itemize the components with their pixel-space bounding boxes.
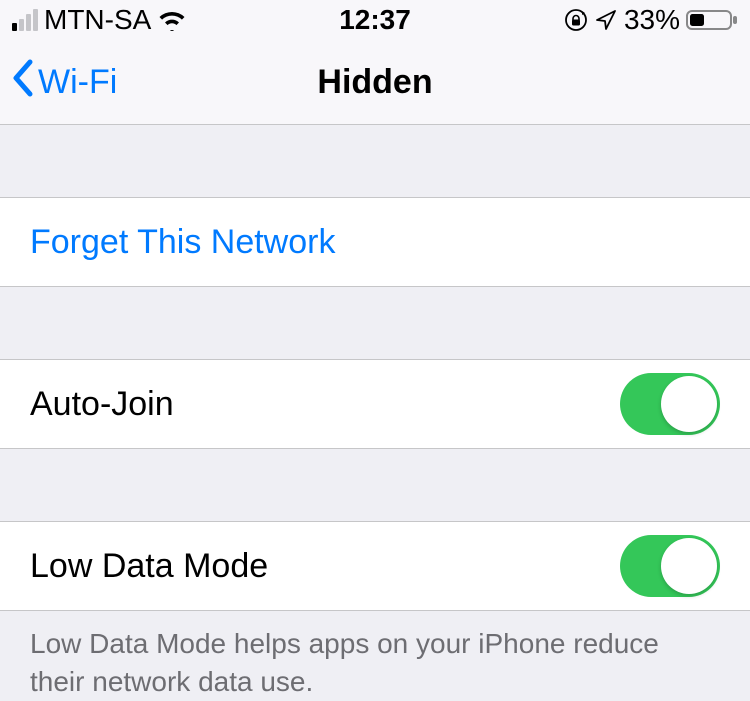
auto-join-toggle[interactable] [620, 373, 720, 435]
nav-bar: Wi-Fi Hidden [0, 40, 750, 125]
cellular-signal-icon [12, 9, 38, 31]
auto-join-cell: Auto-Join [0, 360, 750, 448]
status-bar: MTN-SA 12:37 33% [0, 0, 750, 40]
page-title: Hidden [0, 63, 750, 102]
orientation-lock-icon [564, 8, 588, 32]
location-icon [594, 8, 618, 32]
low-data-mode-toggle[interactable] [620, 535, 720, 597]
forget-network-cell[interactable]: Forget This Network [0, 198, 750, 286]
carrier-label: MTN-SA [44, 4, 151, 36]
battery-icon [686, 8, 738, 32]
battery-percent: 33% [624, 4, 680, 36]
wifi-icon [157, 9, 187, 31]
low-data-mode-label: Low Data Mode [30, 547, 268, 586]
forget-network-label: Forget This Network [30, 223, 335, 262]
auto-join-label: Auto-Join [30, 385, 174, 424]
low-data-mode-cell: Low Data Mode [0, 522, 750, 610]
low-data-mode-footer: Low Data Mode helps apps on your iPhone … [0, 611, 750, 701]
